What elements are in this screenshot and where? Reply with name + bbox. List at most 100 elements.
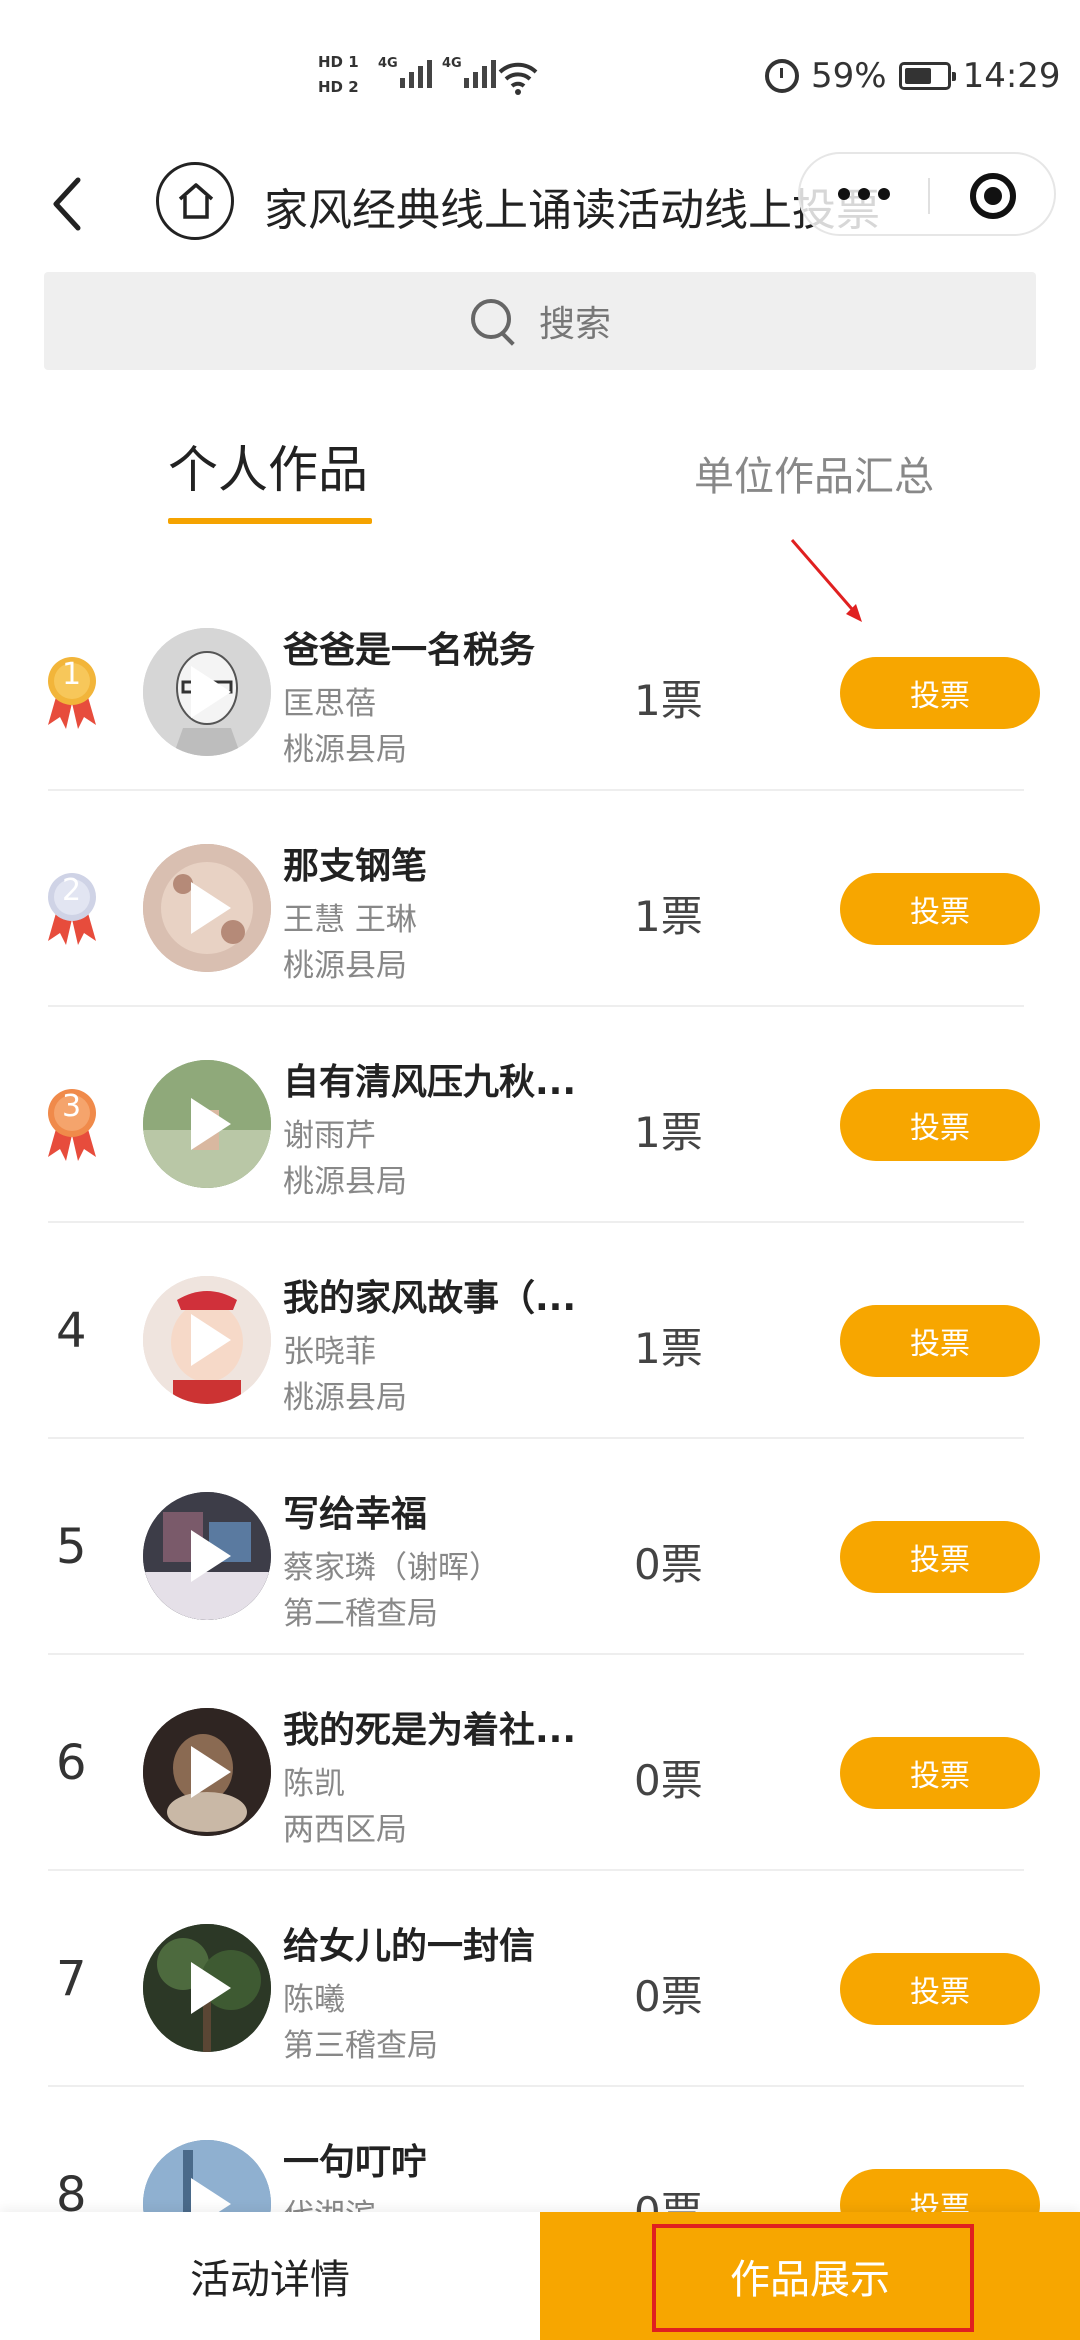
status-right: 59% 14:29: [765, 56, 1061, 96]
vote-button[interactable]: 投票: [840, 1953, 1040, 2025]
signal-icon: 4G: [378, 56, 432, 88]
entry-author: 陈凯: [283, 1766, 345, 1802]
home-button[interactable]: [156, 162, 234, 240]
search-icon: [469, 297, 517, 345]
entry-title[interactable]: 我的死是为着社...: [283, 1701, 576, 1753]
video-thumbnail[interactable]: [143, 1708, 271, 1836]
vote-button[interactable]: 投票: [840, 1089, 1040, 1161]
entry-department: 桃源县局: [283, 948, 407, 984]
vote-count: 0票: [634, 1972, 703, 2021]
list-item: 6 我的死是为着社... 陈凯 两西区局 0票 投票: [0, 1655, 1080, 1871]
rank-number: 7: [56, 1951, 87, 2007]
entry-department: 桃源县局: [283, 1380, 407, 1416]
play-icon: [191, 666, 231, 718]
list-item: 2 那支钢笔 王慧 王琳 桃源县局 1票 投票: [0, 791, 1080, 1007]
status-bar: HD 1 HD 2 4G 4G 59% 14:29: [0, 0, 1080, 150]
tab-label: 个人作品: [168, 441, 368, 499]
entry-title[interactable]: 爸爸是一名税务: [283, 621, 535, 673]
battery-percent: 59%: [811, 56, 887, 96]
video-thumbnail[interactable]: [143, 1492, 271, 1620]
hd1-label: HD 1: [318, 53, 359, 71]
vote-button[interactable]: 投票: [840, 1737, 1040, 1809]
entry-author: 蔡家璘（谢晖）: [283, 1550, 500, 1586]
wifi-icon: [498, 62, 538, 95]
rank-number: 1: [62, 657, 82, 692]
entry-title[interactable]: 写给幸福: [283, 1485, 427, 1537]
search-bar[interactable]: 搜索: [44, 272, 1036, 370]
play-icon: [191, 1530, 231, 1582]
alarm-icon: [765, 59, 799, 93]
clock: 14:29: [962, 56, 1061, 96]
entry-department: 第二稽查局: [283, 1596, 438, 1632]
signal-icon-2: 4G: [442, 56, 496, 88]
entry-department: 第三稽查局: [283, 2028, 438, 2064]
video-thumbnail[interactable]: [143, 1276, 271, 1404]
tab-label: 单位作品汇总: [694, 454, 934, 500]
tab-works-showcase[interactable]: 作品展示: [540, 2212, 1080, 2340]
network-type-label: 4G: [378, 56, 398, 71]
tab-activity-details[interactable]: 活动详情: [0, 2212, 540, 2340]
rank-number: 2: [62, 873, 82, 908]
vote-count: 1票: [634, 1108, 703, 1157]
entry-title[interactable]: 那支钢笔: [283, 837, 427, 889]
rank-number: 6: [56, 1735, 87, 1791]
vote-button[interactable]: 投票: [840, 873, 1040, 945]
video-thumbnail[interactable]: [143, 628, 271, 756]
nav-bar: 家风经典线上诵读活动线上投票: [0, 150, 1080, 260]
rank-number: 5: [56, 1519, 87, 1575]
bottom-tab-bar: 活动详情 作品展示: [0, 2212, 1080, 2340]
entry-author: 张晓菲: [283, 1334, 376, 1370]
entry-title[interactable]: 我的家风故事（...: [283, 1269, 576, 1321]
vote-count: 0票: [634, 1540, 703, 1589]
mini-program-capsule: [798, 152, 1056, 236]
vote-count: 1票: [634, 892, 703, 941]
vote-button[interactable]: 投票: [840, 1305, 1040, 1377]
play-icon: [191, 1962, 231, 2014]
hd2-label: HD 2: [318, 78, 359, 96]
entry-department: 桃源县局: [283, 1164, 407, 1200]
entry-title[interactable]: 自有清风压九秋...: [283, 1053, 576, 1105]
tab-personal-works[interactable]: 个人作品: [168, 430, 372, 524]
entry-author: 谢雨芹: [283, 1118, 376, 1154]
entry-author: 匡思蓓: [283, 686, 376, 722]
vote-count: 1票: [634, 676, 703, 725]
list-item: 7 给女儿的一封信 陈曦 第三稽查局 0票 投票: [0, 1871, 1080, 2087]
hd-indicator: HD 1 HD 2: [318, 50, 359, 100]
video-thumbnail[interactable]: [143, 844, 271, 972]
list-item: 1 爸爸是一名税务 匡思蓓 桃源县局 1票 投票: [0, 575, 1080, 791]
network-type-label-2: 4G: [442, 56, 462, 71]
entry-department: 两西区局: [283, 1812, 407, 1848]
tab-active-indicator: [168, 518, 372, 524]
list-item: 5 写给幸福 蔡家璘（谢晖） 第二稽查局 0票 投票: [0, 1439, 1080, 1655]
play-icon: [191, 1098, 231, 1150]
list-item: 4 我的家风故事（... 张晓菲 桃源县局 1票 投票: [0, 1223, 1080, 1439]
vote-button[interactable]: 投票: [840, 657, 1040, 729]
tab-label: 作品展示: [730, 2257, 890, 2303]
more-icon[interactable]: [838, 188, 890, 200]
vote-count: 0票: [634, 1756, 703, 1805]
vote-button[interactable]: 投票: [840, 1521, 1040, 1593]
rank-number: 3: [62, 1089, 82, 1124]
battery-icon: [898, 62, 956, 90]
search-placeholder: 搜索: [538, 304, 611, 345]
play-icon: [191, 1314, 231, 1366]
home-icon: [178, 183, 214, 219]
entry-title[interactable]: 给女儿的一封信: [283, 1917, 535, 1969]
tab-unit-works-summary[interactable]: 单位作品汇总: [694, 444, 934, 502]
play-icon: [191, 1746, 231, 1798]
back-icon[interactable]: [48, 174, 88, 234]
entry-title[interactable]: 一句叮咛: [283, 2133, 427, 2185]
video-thumbnail[interactable]: [143, 1060, 271, 1188]
list-item: 3 自有清风压九秋... 谢雨芹 桃源县局 1票 投票: [0, 1007, 1080, 1223]
entry-department: 桃源县局: [283, 732, 407, 768]
tab-label: 活动详情: [190, 2257, 350, 2303]
vote-count: 1票: [634, 1324, 703, 1373]
tab-bar: 个人作品 单位作品汇总: [0, 430, 1080, 540]
rank-number: 4: [56, 1303, 87, 1359]
video-thumbnail[interactable]: [143, 1924, 271, 2052]
entry-author: 陈曦: [283, 1982, 345, 2018]
ranking-list: 1 爸爸是一名税务 匡思蓓 桃源县局 1票 投票 2 那支钢笔 王慧 王琳 桃源…: [0, 575, 1080, 2303]
play-icon: [191, 882, 231, 934]
close-miniprogram-icon[interactable]: [970, 173, 1016, 219]
entry-author: 王慧 王琳: [283, 902, 417, 938]
